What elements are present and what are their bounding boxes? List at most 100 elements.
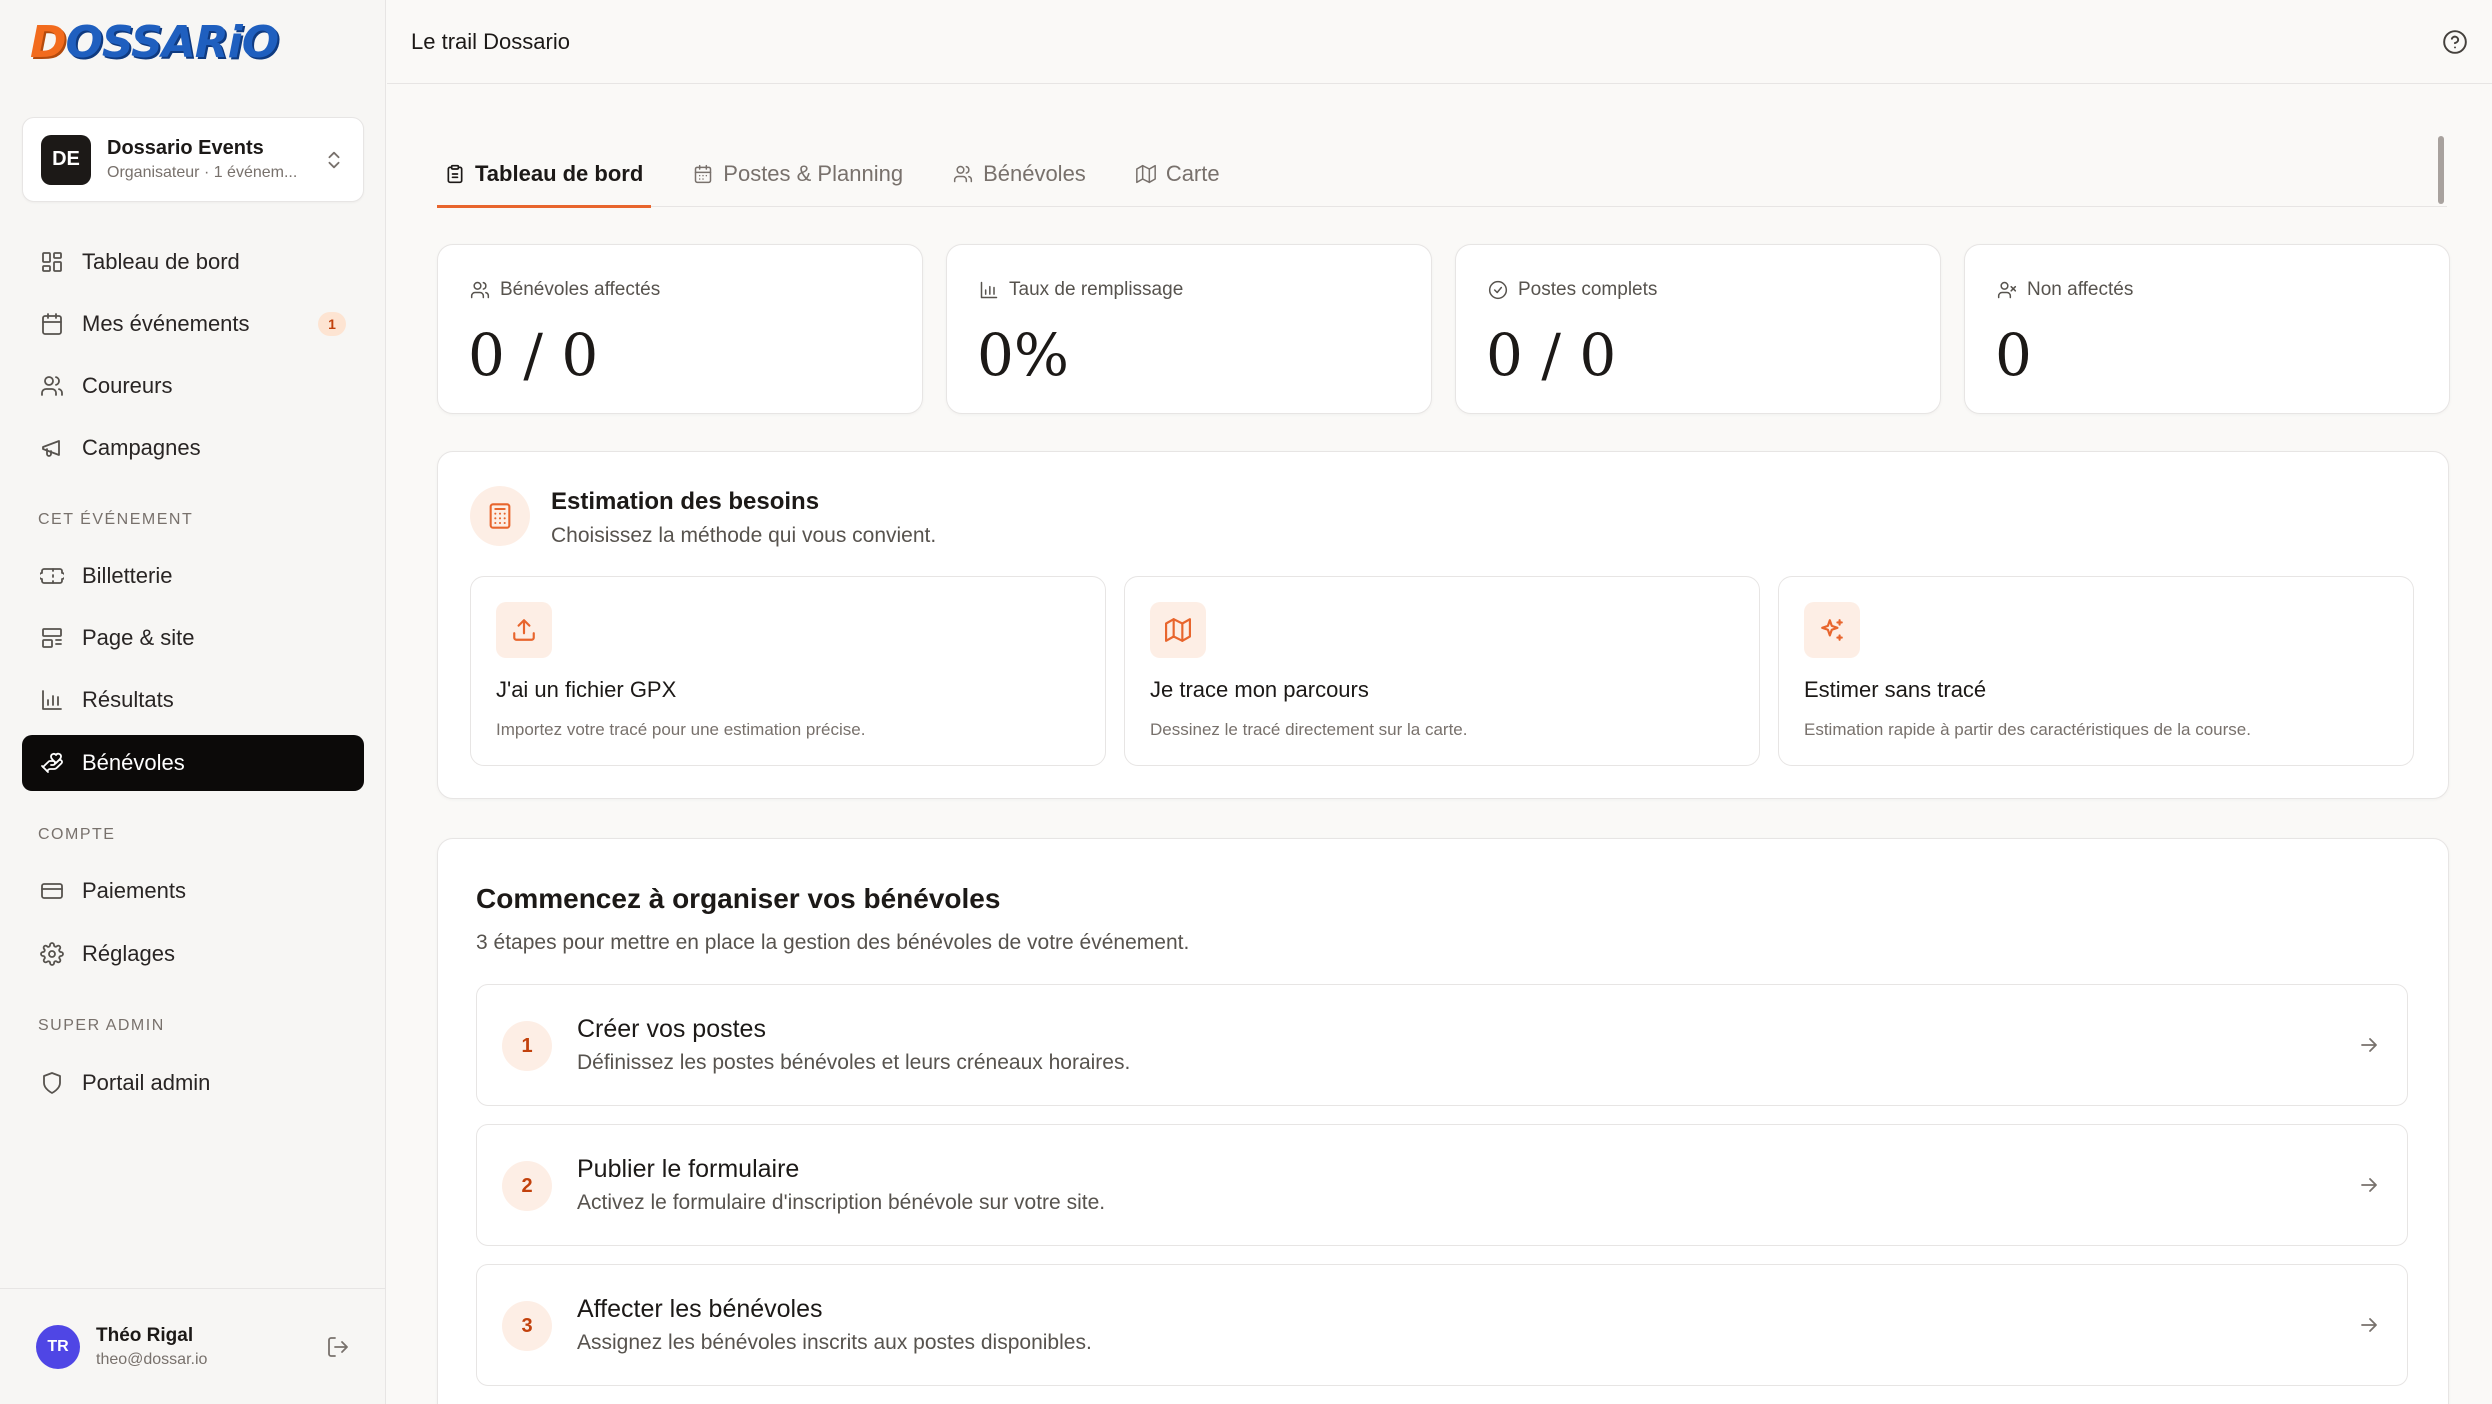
clipboard-icon [447,164,463,183]
section-title: Commencez à organiser vos bénévoles [476,883,1001,914]
org-avatar: DE [41,134,91,185]
sidebar-item-campagnes[interactable]: Campagnes [22,420,364,476]
users-icon [953,165,973,182]
section-title: Estimation des besoins [551,488,820,515]
ticket-icon [40,568,64,584]
step-number: 1 [502,1021,552,1071]
help-circle-icon[interactable] [2442,29,2468,55]
tab-label: Tableau de bord [475,160,644,186]
shield-icon [43,1072,61,1094]
sidebar-item-label: Portail admin [82,1070,211,1095]
step-title: Affecter les bénévoles [577,1295,823,1323]
step-number: 2 [502,1161,552,1211]
avatar: TR [36,1324,80,1369]
layout-icon [42,628,62,648]
sidebar-item-label: Résultats [82,687,174,712]
sidebar-item-label: Campagnes [82,435,201,460]
stat-label: Taux de remplissage [1009,279,1184,300]
logo-wordmark: DOSSARiO [30,16,279,68]
step-affecter-benevoles[interactable]: 3 Affecter les bénévoles Assignez les bé… [476,1264,2408,1386]
sidebar-item-portail-admin[interactable]: Portail admin [22,1055,364,1111]
org-name: Dossario Events [107,137,264,159]
option-trace-parcours[interactable]: Je trace mon parcours Dessinez le tracé … [1124,576,1760,766]
sidebar-item-label: Paiements [82,878,186,903]
sidebar-item-mes-evenements[interactable]: Mes événements 1 [22,296,364,352]
arrow-right-icon [2361,1038,2377,1052]
arrow-right-icon [2361,1318,2377,1332]
step-description: Définissez les postes bénévoles et leurs… [577,1051,1131,1074]
option-fichier-gpx[interactable]: J'ai un fichier GPX Importez votre tracé… [470,576,1106,766]
section-label-event: CET ÉVÉNEMENT [38,511,194,528]
tab-bar: Tableau de bord Postes & Planning Bénévo… [437,140,2447,208]
step-title: Publier le formulaire [577,1155,800,1183]
tab-label: Postes & Planning [723,160,904,186]
sidebar-item-resultats[interactable]: Résultats [22,672,364,728]
org-subtitle: Organisateur · 1 événem... [107,164,298,181]
tab-benevoles[interactable]: Bénévoles [945,140,1094,207]
sidebar-item-label: Tableau de bord [82,249,240,274]
map-icon [1165,618,1191,642]
sidebar-item-page-site[interactable]: Page & site [22,610,364,666]
top-bar: Le trail Dossario [387,0,2492,84]
stat-label: Postes complets [1518,279,1658,300]
calendar-icon [695,164,712,183]
sidebar-item-label: Bénévoles [82,750,185,775]
hand-heart-icon [41,752,63,773]
chevron-up-down-icon [328,151,340,168]
tab-label: Carte [1165,160,1220,186]
sidebar-item-billetterie[interactable]: Billetterie [22,548,364,604]
estimation-panel: Estimation des besoins Choisissez la mét… [437,451,2449,799]
brand-logo[interactable]: DOSSARiO [30,14,279,70]
stat-label: Non affectés [2027,279,2134,300]
option-title: Estimer sans tracé [1804,677,1987,702]
stat-label: Bénévoles affectés [500,279,661,300]
calculator-icon-badge [470,486,530,546]
calculator-icon [489,503,511,529]
user-name: Théo Rigal [96,1324,194,1346]
tab-carte[interactable]: Carte [1128,140,1228,207]
sidebar-item-coureurs[interactable]: Coureurs [22,358,364,414]
option-estimer-sans-trace[interactable]: Estimer sans tracé Estimation rapide à p… [1778,576,2414,766]
upload-icon [513,619,535,641]
tab-postes-planning[interactable]: Postes & Planning [685,140,911,207]
stat-card-benevoles-affectes: Bénévoles affectés 0 / 0 [437,244,923,414]
sidebar-item-label: Page & site [82,625,195,650]
sidebar-item-benevoles[interactable]: Bénévoles [22,735,364,791]
count-badge: 1 [318,312,346,336]
section-label-super-admin: SUPER ADMIN [38,1017,165,1034]
sidebar-item-tableau-de-bord[interactable]: Tableau de bord [22,234,364,290]
step-number: 3 [502,1301,552,1351]
stat-value: 0 [1995,321,2032,389]
stat-card-postes-complets: Postes complets 0 / 0 [1455,244,1941,414]
stat-value: 0 / 0 [468,321,599,389]
bar-chart-icon [980,281,998,299]
option-description: Dessinez le tracé directement sur la car… [1150,720,1468,739]
stat-card-non-affectes: Non affectés 0 [1964,244,2450,414]
section-label-account: COMPTE [38,826,116,843]
sidebar-item-label: Mes événements [82,311,250,336]
check-circle-icon [1488,280,1508,300]
user-x-icon [1997,281,2017,299]
stat-value: 0 / 0 [1486,321,1617,389]
layout-grid-icon [42,252,62,272]
stat-value: 0% [977,321,1070,389]
org-switcher[interactable]: DE Dossario Events Organisateur · 1 évén… [22,117,364,202]
scrollbar-thumb[interactable] [2438,136,2444,204]
sidebar-item-paiements[interactable]: Paiements [22,863,364,919]
step-description: Assignez les bénévoles inscrits aux post… [577,1331,1092,1354]
credit-card-icon [41,883,63,899]
step-publier-formulaire[interactable]: 2 Publier le formulaire Activez le formu… [476,1124,2408,1246]
user-profile[interactable]: TR Théo Rigal theo@dossar.io [0,1288,386,1404]
tab-tableau-de-bord[interactable]: Tableau de bord [437,140,652,208]
option-title: Je trace mon parcours [1150,677,1369,702]
sidebar-item-label: Billetterie [82,563,173,588]
sidebar-item-reglages[interactable]: Réglages [22,926,364,982]
option-description: Estimation rapide à partir des caractéri… [1804,720,2251,739]
logout-icon[interactable] [326,1335,350,1359]
sidebar-item-label: Coureurs [82,373,173,398]
bar-chart-icon [42,690,62,710]
users-icon [41,376,63,396]
sidebar: DOSSARiO DE Dossario Events Organisateur… [0,0,386,1404]
step-creer-postes[interactable]: 1 Créer vos postes Définissez les postes… [476,984,2408,1106]
sidebar-item-label: Réglages [82,941,175,966]
